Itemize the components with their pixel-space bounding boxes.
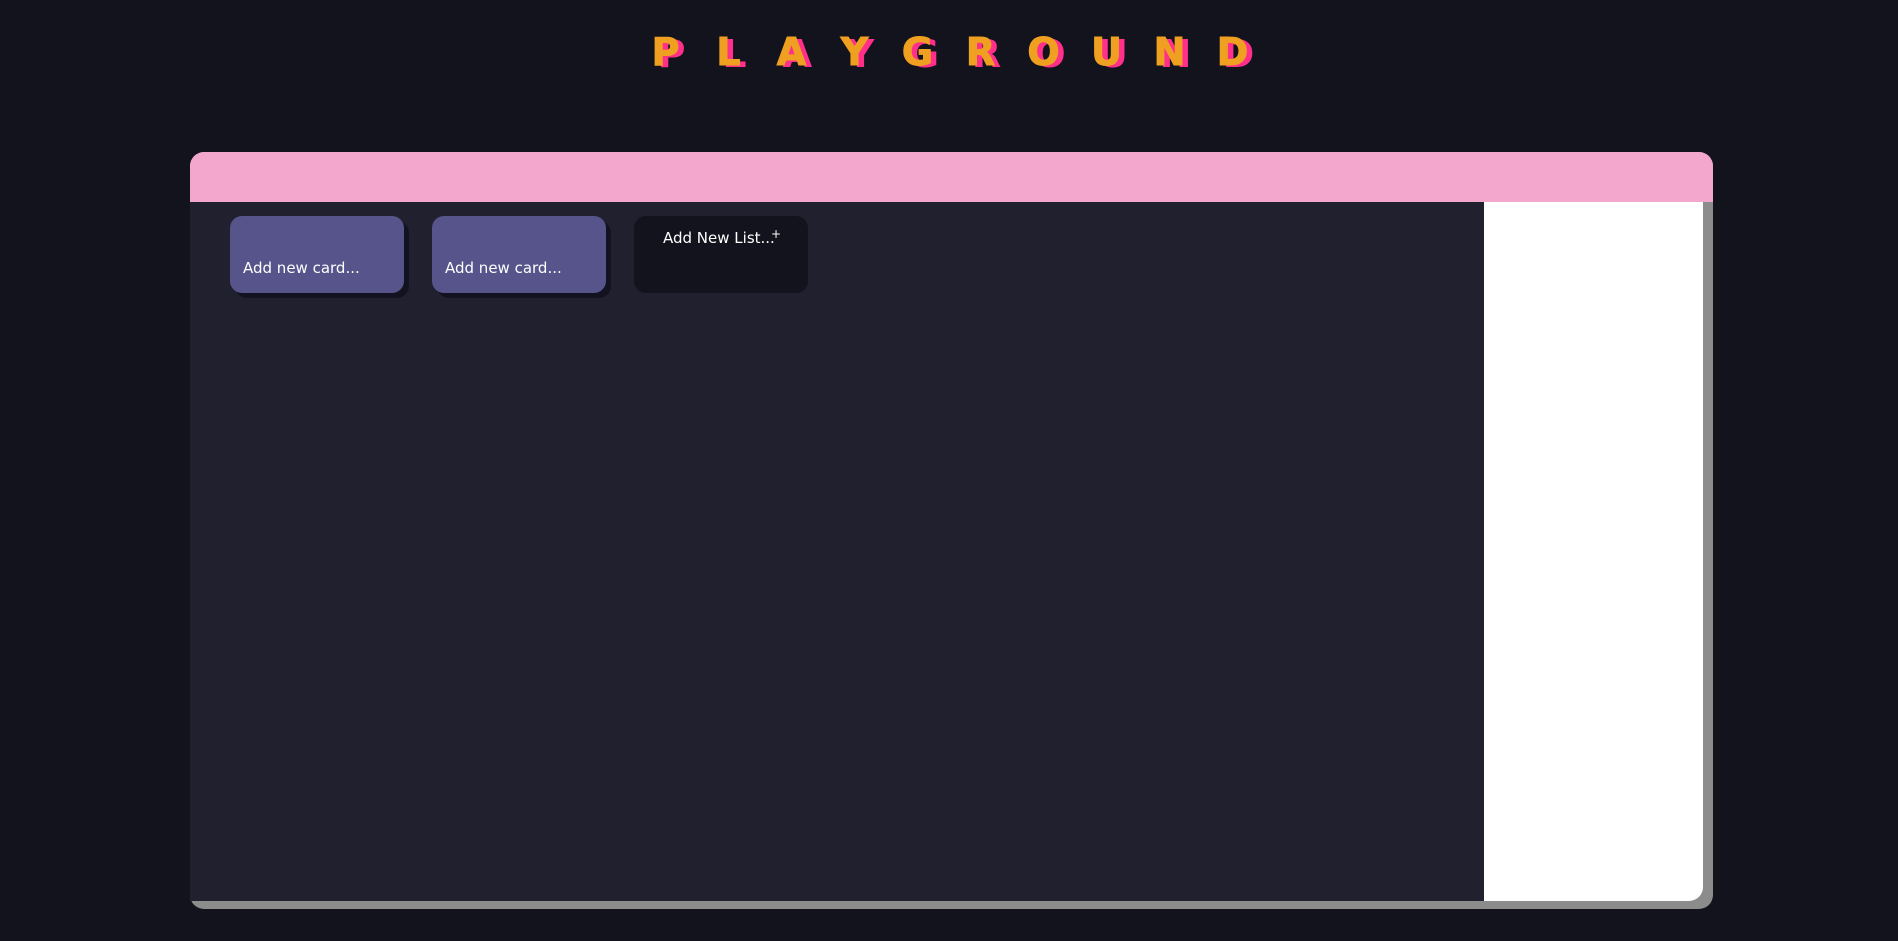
title-letter: A [776, 30, 807, 75]
title-letter: D [1216, 30, 1249, 75]
list-column[interactable]: Add new card... [432, 216, 606, 293]
board-area [190, 202, 1484, 901]
add-list-label: Add New List... [663, 229, 775, 247]
title-letter: L [716, 30, 741, 75]
title-letter: O [1027, 30, 1060, 75]
board-header [190, 152, 1713, 202]
add-list-button[interactable]: Add New List... + [634, 216, 808, 293]
side-panel [1484, 202, 1703, 901]
title-letter: P [651, 30, 680, 75]
title-letter: U [1091, 30, 1123, 75]
title-letter: N [1153, 30, 1186, 75]
title-letter: Y [840, 30, 869, 75]
add-card-input[interactable]: Add new card... [445, 259, 562, 277]
app-title: P L A Y G R O U N D [0, 30, 1898, 75]
list-column[interactable]: Add new card... [230, 216, 404, 293]
add-card-input[interactable]: Add new card... [243, 259, 360, 277]
title-letter: R [965, 30, 996, 75]
plus-icon: + [771, 227, 782, 241]
title-letter: G [901, 30, 934, 75]
